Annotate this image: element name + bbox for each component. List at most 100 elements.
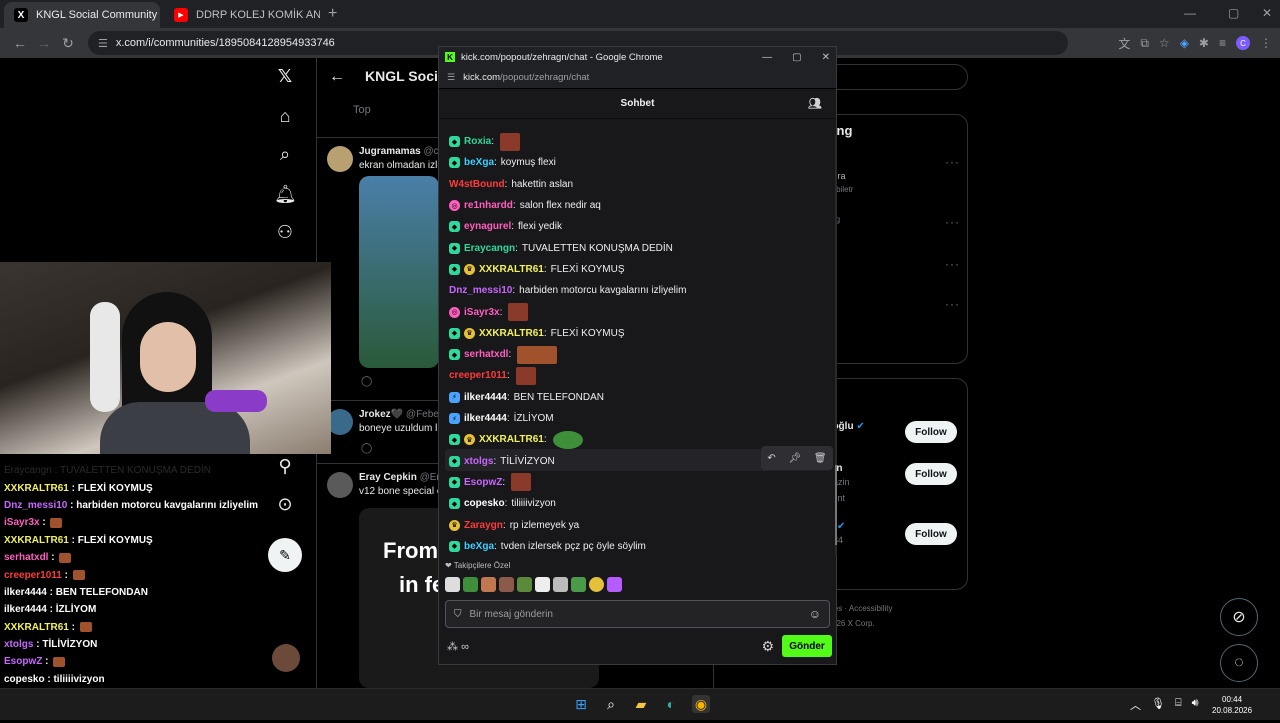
install-icon[interactable]: ⧉ xyxy=(1140,36,1149,51)
close-icon[interactable]: ✕ xyxy=(822,52,830,63)
back-icon[interactable]: ← xyxy=(8,35,32,51)
emote-icon[interactable] xyxy=(571,577,586,592)
more-dots-icon[interactable]: ··· xyxy=(945,297,960,311)
reply-icon[interactable]: ◯ xyxy=(361,443,372,454)
emote-icon[interactable] xyxy=(481,577,496,592)
maximize-icon[interactable]: ▢ xyxy=(1228,6,1239,20)
chat-message[interactable]: ◆ beXga: tvden izlersek pçz pç öyle söylim xyxy=(449,536,646,557)
chat-message[interactable]: ◆ EsopwZ: xyxy=(449,472,532,493)
chat-username[interactable]: beXga xyxy=(464,157,494,168)
new-tab-icon[interactable]: + xyxy=(328,5,337,23)
chat-username[interactable]: XXKRALTR61 xyxy=(479,328,544,339)
chat-message[interactable]: ◆ eynagurel: flexi yedik xyxy=(449,216,562,237)
minimize-icon[interactable]: — xyxy=(1184,6,1196,20)
start-icon[interactable]: ⊞ xyxy=(572,695,590,713)
media-icon[interactable]: ≡ xyxy=(1219,36,1226,50)
network-icon[interactable]: ⌸ xyxy=(1175,697,1182,713)
pin-icon[interactable]: 📌︎ xyxy=(788,453,801,464)
chat-message[interactable]: Dnz_messi10: harbiden motorcu kavgalarını… xyxy=(449,280,686,301)
chat-message[interactable]: ◆ ♛ XXKRALTR61: FLEXİ KOYMUŞ xyxy=(449,259,625,280)
chat-username[interactable]: Dnz_messi10 xyxy=(449,285,512,296)
puzzle-icon[interactable]: ✱ xyxy=(1199,36,1209,50)
chat-message[interactable]: ◆ ♛ XXKRALTR61: xyxy=(449,429,583,450)
chat-username[interactable]: iSayr3x xyxy=(464,307,500,318)
emote-icon[interactable] xyxy=(511,473,532,492)
crown-badge-icon[interactable]: ♛ xyxy=(464,434,475,446)
profile-avatar[interactable]: C xyxy=(1236,36,1250,50)
volume-icon[interactable]: 🔊︎ xyxy=(1192,697,1199,713)
post-author[interactable]: Jrokez🖤 @Febex xyxy=(359,409,444,420)
emote-icon[interactable] xyxy=(553,577,568,592)
sub-badge-icon[interactable]: ◆ xyxy=(449,540,460,552)
tray-chevron-icon[interactable]: ︿ xyxy=(1130,697,1141,713)
reply-icon[interactable]: ◯ xyxy=(361,376,372,387)
follow-button[interactable]: Follow xyxy=(905,463,957,485)
delete-icon[interactable]: 🗑︎ xyxy=(814,453,827,464)
file-explorer-icon[interactable]: ▰ xyxy=(632,695,650,713)
tab-x-community[interactable]: X KNGL Social Community / X ✕ xyxy=(4,2,160,28)
pink-badge-icon[interactable]: ◎ xyxy=(449,200,460,212)
sub-badge-icon[interactable]: ◆ xyxy=(449,242,460,254)
more-dots-icon[interactable]: ··· xyxy=(945,257,960,271)
sub-badge-icon[interactable]: ◆ xyxy=(449,136,460,148)
chat-username[interactable]: xtolgs xyxy=(464,456,493,467)
emote-icon[interactable] xyxy=(589,577,604,592)
channel-points[interactable]: ⁂ ∞ xyxy=(447,640,469,653)
chat-username[interactable]: Eraycangn xyxy=(464,243,515,254)
site-info-icon[interactable]: ☰ xyxy=(98,37,108,50)
maximize-icon[interactable]: ▢ xyxy=(792,52,801,63)
search-icon[interactable]: ⌕ xyxy=(274,144,296,166)
chat-message[interactable]: ◆ copesko: tiliiiivizyon xyxy=(449,493,556,514)
chat-message[interactable]: W4stBound: hakettin aslan xyxy=(449,174,573,195)
menu-icon[interactable]: ⋮ xyxy=(1260,36,1272,50)
chat-message[interactable]: ◆ xtolgs: TİLİVİZYON xyxy=(449,451,555,472)
follow-icon[interactable]: ⚇ xyxy=(274,222,296,244)
chat-username[interactable]: ilker4444 xyxy=(464,413,507,424)
sub-badge-icon[interactable]: ◆ xyxy=(449,221,460,233)
emote-icon[interactable] xyxy=(508,303,529,322)
site-info-icon[interactable]: ☰ xyxy=(447,72,455,83)
chat-username[interactable]: eynagurel xyxy=(464,221,511,232)
edge-icon[interactable]: ◐ xyxy=(662,695,680,713)
reload-icon[interactable]: ↻ xyxy=(56,35,80,52)
sub-badge-icon[interactable]: ◆ xyxy=(449,434,460,446)
notifications-icon[interactable]: 🔔︎ xyxy=(274,184,297,206)
chat-username[interactable]: XXKRALTR61 xyxy=(479,434,544,445)
chat-message[interactable]: ◆ ♛ XXKRALTR61: FLEXİ KOYMUŞ xyxy=(449,323,625,344)
popup-url-bar[interactable]: ☰ kick.com/popout/zehragn/chat xyxy=(439,67,836,89)
emote-icon[interactable] xyxy=(535,577,550,592)
more-dots-icon[interactable]: ··· xyxy=(945,215,960,229)
crown-badge-icon[interactable]: ♛ xyxy=(464,263,475,275)
follow-button[interactable]: Follow xyxy=(905,523,957,545)
chat-username[interactable]: ilker4444 xyxy=(464,392,507,403)
translate-icon[interactable]: 文 xyxy=(1118,35,1130,52)
emote-icon[interactable] xyxy=(515,366,536,385)
chat-message[interactable]: ◆ beXga: koymuş flexi xyxy=(449,152,556,173)
avatar[interactable] xyxy=(327,472,353,498)
back-arrow-icon[interactable]: ← xyxy=(329,68,345,86)
chat-username[interactable]: Roxia xyxy=(464,136,491,147)
chat-message[interactable]: ◆ serhatxdl: xyxy=(449,344,558,365)
close-window-icon[interactable]: ✕ xyxy=(1262,6,1272,20)
chat-message[interactable]: ◎ iSayr3x: xyxy=(449,301,529,322)
chat-username[interactable]: serhatxdl xyxy=(464,349,508,360)
post-author[interactable]: Jugramamas @c xyxy=(359,146,439,157)
emote-icon[interactable] xyxy=(500,132,521,151)
chat-username[interactable]: EsopwZ xyxy=(464,477,502,488)
chat-message[interactable]: ◆ Roxia: xyxy=(449,131,521,152)
emote-icon[interactable] xyxy=(463,577,478,592)
home-icon[interactable]: ⌂ xyxy=(274,106,296,128)
chat-username[interactable]: beXga xyxy=(464,541,494,552)
bookmark-star-icon[interactable]: ☆ xyxy=(1159,36,1170,50)
sub-badge-icon[interactable]: ◆ xyxy=(449,498,460,510)
pink-badge-icon[interactable]: ◎ xyxy=(449,306,460,318)
follow-button[interactable]: Follow xyxy=(905,421,957,443)
send-button[interactable]: Gönder xyxy=(782,635,832,657)
post-media[interactable] xyxy=(359,176,439,368)
emote-icon[interactable] xyxy=(607,577,622,592)
emote-icon[interactable] xyxy=(445,577,460,592)
tab-youtube[interactable]: ▶ DDRP KOLEJ KOMİK ANLAR 7. ✕ xyxy=(164,2,320,28)
minimize-icon[interactable]: — xyxy=(762,52,772,63)
footer-link[interactable]: ies · Accessibility xyxy=(832,604,892,613)
mic-icon[interactable]: 🎙︎ xyxy=(1151,697,1165,713)
